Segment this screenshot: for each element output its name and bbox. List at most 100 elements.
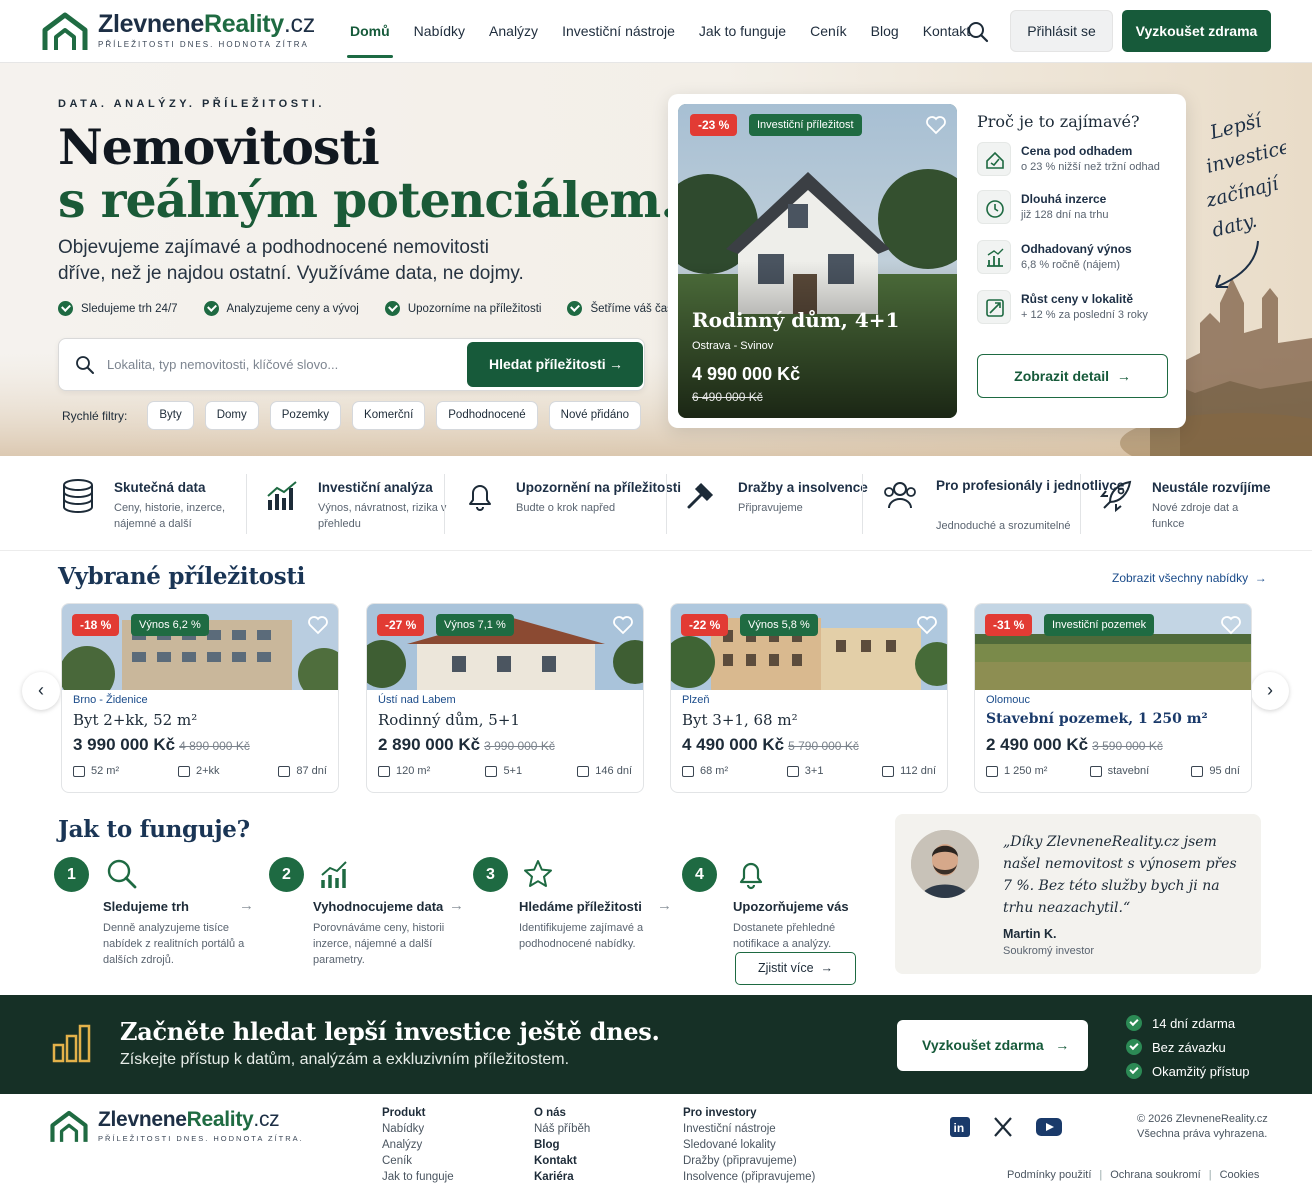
area-icon [73,765,85,777]
see-all-offers-link[interactable]: Zobrazit všechny nabídky → [1112,571,1267,585]
bar-chart-icon [321,861,347,888]
featured-property-image[interactable]: -23 % Investiční příležitost Rodinný dům… [678,104,957,418]
filter-undervalued[interactable]: Podhodnocené [436,401,538,430]
days-meta: 87 dní [278,765,327,777]
listing-meta: 52 m² 2+kk 87 dní [73,765,327,777]
footer-link[interactable]: Analýzy [382,1137,454,1153]
reason-item: Cena pod odhadem o 23 % nižší než tržní … [977,142,1172,182]
filter-commercial[interactable]: Komerční [352,401,426,430]
calendar-icon [1191,765,1204,777]
heart-icon[interactable] [925,115,947,135]
listing-title: Byt 3+1, 68 m² [682,711,798,729]
check-icon [203,301,219,316]
filter-plots[interactable]: Pozemky [269,401,342,430]
nav-pricing[interactable]: Ceník [798,0,859,63]
hero-title-line1: Nemovitosti [58,118,380,176]
bell-icon [739,862,763,890]
area-meta: 52 m² [73,765,119,777]
footer-link[interactable]: Náš příběh [534,1121,590,1137]
filter-flats[interactable]: Byty [147,401,194,430]
nav-blog[interactable]: Blog [859,0,911,63]
footer-link[interactable]: Ceník [382,1153,454,1169]
footer-link[interactable]: Jak to funguje [382,1169,454,1185]
listing-card[interactable]: -27 % Výnos 7,1 % Ústí nad Labem Rodinný… [366,603,644,793]
testimonial-role: Soukromý investor [1003,945,1095,957]
footer-link[interactable]: Blog [534,1137,590,1153]
terms-link[interactable]: Podmínky použití [1007,1169,1091,1181]
footer-link[interactable]: Dražby (připravujeme) [683,1153,815,1169]
house-logo-icon [42,12,88,50]
check-icon [567,301,583,316]
check-icon [1126,1063,1142,1079]
filter-houses[interactable]: Domy [204,401,259,430]
step-number: 4 [682,857,717,892]
features-strip: Skutečná data Ceny, historie, inzerce, n… [0,456,1312,551]
calendar-icon [882,765,895,777]
youtube-icon[interactable] [1035,1117,1063,1137]
try-free-button[interactable]: Vyzkoušet zdrama [1122,10,1271,52]
footer-link[interactable]: Kontakt [534,1153,590,1169]
avatar [911,830,979,898]
step-number: 3 [473,857,508,892]
listing-title: Stavební pozemek, 1 250 m² [986,711,1208,727]
nav-home[interactable]: Domů [338,0,402,63]
nav-investment-tools[interactable]: Investiční nástroje [550,0,687,63]
layout-meta: 3+1 [786,765,823,777]
check-item: Sledujeme trh 24/7 [58,301,178,316]
step-description: Porovnáváme ceny, historii inzerce, náje… [313,922,445,966]
cookies-link[interactable]: Cookies [1220,1169,1260,1181]
heart-icon[interactable] [307,615,329,635]
footer-link[interactable]: Insolvence (připravujeme) [683,1169,815,1185]
nav-analyses[interactable]: Analýzy [477,0,550,63]
bed-icon [177,765,190,777]
hero-section: DATA. ANALÝZY. PŘÍLEŽITOSTI. Nemovitosti… [0,63,1312,456]
yield-badge: Výnos 5,8 % [740,614,818,636]
nav-how-it-works[interactable]: Jak to funguje [687,0,798,63]
learn-more-button[interactable]: Zjistit více → [735,952,856,985]
investment-plot-badge: Investiční pozemek [1044,614,1155,636]
carousel-next-button[interactable]: › [1251,672,1289,710]
footer-link[interactable]: Sledované lokality [683,1137,815,1153]
listing-card[interactable]: -22 % Výnos 5,8 % Plzeň Byt 3+1, 68 m² 4… [670,603,948,793]
perk-item: Okamžitý přístup [1126,1059,1250,1083]
listing-price: 2 490 000 Kč 3 590 000 Kč [986,735,1163,754]
logo-tagline: PŘÍLEŽITOSTI DNES. HODNOTA ZÍTRA. [98,1134,304,1143]
arrow-right-icon: → [239,897,254,914]
days-meta: 95 dní [1191,765,1240,777]
show-detail-button[interactable]: Zobrazit detail → [977,354,1168,398]
listing-card[interactable]: -31 % Investiční pozemek Olomouc Stavebn… [974,603,1252,793]
footer-column-product: Produkt Nabídky Analýzy Ceník Jak to fun… [382,1107,454,1185]
check-icon [1126,1039,1142,1055]
linkedin-icon[interactable]: in [949,1117,971,1137]
house-logo-icon [50,1110,88,1142]
cta-try-free-button[interactable]: Vyzkoušet zdarma → [897,1020,1088,1071]
discount-badge: -18 % [72,614,120,636]
footer-column-about: O nás Náš příběh Blog Kontakt Kariéra [534,1107,591,1185]
step-title: Upozorňujeme vás [733,899,849,914]
calendar-icon [278,765,291,777]
heart-icon[interactable] [1220,615,1242,635]
filter-new[interactable]: Nové přidáno [548,401,642,430]
carousel-prev-button[interactable]: ‹ [22,672,60,710]
area-meta: 68 m² [682,765,728,777]
step-number: 2 [269,857,304,892]
heart-icon[interactable] [916,615,938,635]
search-icon[interactable] [966,20,990,44]
listing-price: 2 890 000 Kč 3 990 000 Kč [378,735,555,754]
search-input[interactable]: Lokalita, typ nemovitosti, klíčové slovo… [107,357,338,372]
privacy-link[interactable]: Ochrana soukromí [1110,1169,1200,1181]
footer-link[interactable]: Kariéra [534,1169,590,1185]
heart-icon[interactable] [612,615,634,635]
footer-link[interactable]: Investiční nástroje [683,1121,815,1137]
x-icon[interactable] [992,1117,1014,1137]
svg-text:Lepší: Lepší [1207,111,1266,144]
featured-location: Ostrava - Svinov [692,340,774,352]
svg-text:začínají: začínají [1206,172,1283,212]
login-button[interactable]: Přihlásit se [1010,10,1113,52]
reason-item: Růst ceny v lokalitě + 12 % za poslední … [977,290,1172,330]
nav-offers[interactable]: Nabídky [402,0,477,63]
listing-card[interactable]: -18 % Výnos 6,2 % Brno - Židenice Byt 2+… [61,603,339,793]
rocket-icon [1099,480,1132,513]
search-opportunities-button[interactable]: Hledat příležitosti → [467,342,643,387]
footer-link[interactable]: Nabídky [382,1121,454,1137]
